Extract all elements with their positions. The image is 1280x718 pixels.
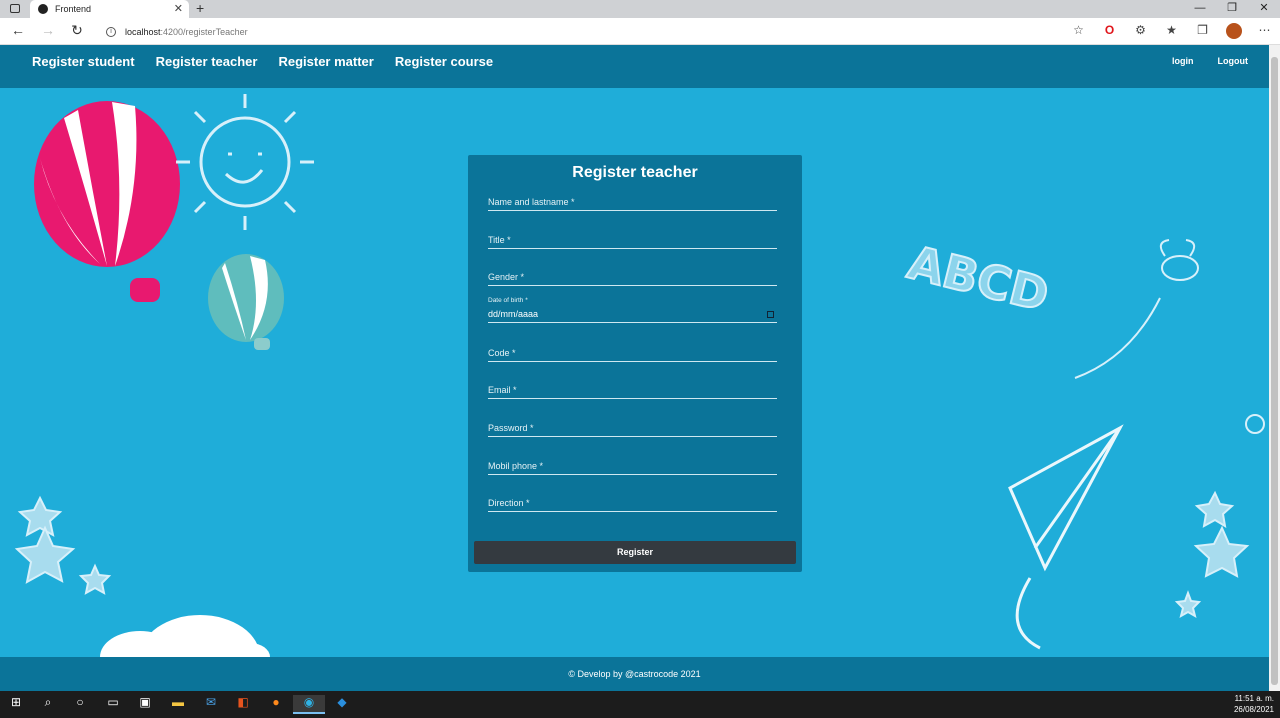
- favorites-icon[interactable]: ★: [1156, 23, 1187, 42]
- collections-icon[interactable]: ❐: [1187, 23, 1218, 42]
- system-clock[interactable]: 11:51 a. m. 26/08/2021: [1234, 693, 1274, 715]
- nav-register-course[interactable]: Register course: [395, 54, 493, 69]
- page-scrollbar[interactable]: [1269, 45, 1280, 691]
- windows-taskbar: ⊞ ⌕ ○ ▭ ▣ ▬ ✉ ◧ ● ◉ ◆ 11:51 a. m. 26/08/…: [0, 691, 1280, 718]
- email-label: Email *: [488, 385, 517, 395]
- bee-doodle-icon: [1074, 239, 1199, 379]
- password-field[interactable]: Password *: [488, 411, 777, 437]
- browser-tab[interactable]: Frontend ✕: [30, 0, 189, 18]
- svg-text:ABCD: ABCD: [903, 235, 1054, 322]
- nav-links: Register student Register teacher Regist…: [32, 54, 514, 69]
- clock-date: 26/08/2021: [1233, 705, 1274, 714]
- maximize-button[interactable]: ❐: [1216, 0, 1248, 18]
- page-footer: © Develop by @castrocode 2021: [0, 657, 1269, 691]
- cloud-doodle-icon: [100, 615, 270, 657]
- more-menu-icon[interactable]: ⋯: [1249, 23, 1280, 42]
- new-tab-button[interactable]: +: [196, 0, 204, 16]
- extensions-puzzle-icon[interactable]: ⚙: [1125, 23, 1156, 42]
- name-field[interactable]: Name and lastname *: [488, 185, 777, 211]
- url-host: localhost: [125, 26, 161, 37]
- toolbar-icons: ☆ O ⚙ ★ ❐ ⋯: [1063, 23, 1280, 42]
- name-label: Name and lastname *: [488, 197, 575, 207]
- gender-label: Gender *: [488, 272, 525, 282]
- code-label: Code *: [488, 348, 516, 358]
- direction-label: Direction *: [488, 498, 530, 508]
- calendar-icon[interactable]: [767, 311, 774, 318]
- hot-air-balloon-icon: [34, 101, 180, 302]
- login-link[interactable]: login: [1172, 56, 1194, 66]
- clock-time: 11:51 a. m.: [1234, 694, 1274, 703]
- mail-icon[interactable]: ✉: [195, 695, 227, 714]
- paper-plane-doodle-icon: [1008, 424, 1124, 650]
- file-explorer-icon[interactable]: ▬: [162, 695, 194, 714]
- small-balloon-icon: [208, 254, 284, 350]
- footer-text: © Develop by @castrocode 2021: [568, 669, 701, 679]
- auth-links: login Logout: [1148, 56, 1248, 66]
- sun-doodle-icon: [176, 94, 314, 230]
- close-window-button[interactable]: ✕: [1248, 0, 1280, 18]
- cortana-icon[interactable]: ○: [64, 695, 96, 714]
- scrollbar-thumb[interactable]: [1271, 57, 1278, 685]
- abcd-doodle-icon: ABCD: [902, 234, 1055, 323]
- password-label: Password *: [488, 423, 534, 433]
- nav-register-matter[interactable]: Register matter: [278, 54, 373, 69]
- windows-start-icon[interactable]: ⊞: [0, 695, 32, 714]
- date-of-birth-field[interactable]: Date of birth * dd/mm/aaaa: [488, 297, 777, 323]
- close-tab-icon[interactable]: ✕: [174, 2, 183, 15]
- tab-title: Frontend: [55, 4, 92, 14]
- register-teacher-form: Register teacher Name and lastname * Tit…: [468, 155, 802, 572]
- browser-tabstrip: Frontend ✕ + — ❐ ✕: [0, 0, 1280, 18]
- title-field[interactable]: Title *: [488, 223, 777, 249]
- forward-arrow-icon[interactable]: →: [38, 22, 58, 38]
- browser-toolbar: ← → ↻ i localhost:4200/registerTeacher ☆…: [0, 18, 1280, 45]
- opera-extension-icon[interactable]: O: [1094, 23, 1125, 42]
- code-field[interactable]: Code *: [488, 336, 777, 362]
- date-of-birth-label: Date of birth *: [488, 297, 528, 304]
- form-title: Register teacher: [572, 164, 698, 181]
- reload-icon[interactable]: ↻: [67, 22, 87, 39]
- register-button[interactable]: Register: [474, 541, 796, 564]
- favorite-star-icon[interactable]: ☆: [1063, 23, 1094, 42]
- address-bar[interactable]: i localhost:4200/registerTeacher: [96, 21, 1092, 42]
- window-menu-icon[interactable]: [10, 4, 20, 13]
- window-controls: — ❐ ✕: [1184, 0, 1280, 18]
- store-icon[interactable]: ▣: [129, 695, 161, 714]
- task-view-icon[interactable]: ▭: [97, 695, 129, 714]
- search-icon[interactable]: ⌕: [32, 695, 64, 714]
- mobile-phone-field[interactable]: Mobil phone *: [488, 449, 777, 475]
- back-arrow-icon[interactable]: ←: [8, 22, 28, 38]
- email-field[interactable]: Email *: [488, 373, 777, 399]
- vscode-icon[interactable]: ◆: [326, 695, 358, 714]
- title-label: Title *: [488, 235, 511, 245]
- mobile-phone-label: Mobil phone *: [488, 461, 544, 471]
- edge-icon[interactable]: ◉: [293, 695, 325, 714]
- profile-avatar[interactable]: [1218, 23, 1249, 42]
- url-path: :4200/registerTeacher: [160, 26, 248, 37]
- star-doodle-icon: [14, 495, 112, 595]
- direction-field[interactable]: Direction *: [488, 486, 777, 512]
- minimize-button[interactable]: —: [1184, 0, 1216, 18]
- nav-register-student[interactable]: Register student: [32, 54, 135, 69]
- date-of-birth-value: dd/mm/aaaa: [488, 309, 539, 319]
- angular-favicon-icon: [38, 4, 48, 14]
- site-info-icon[interactable]: i: [106, 26, 116, 37]
- nav-register-teacher[interactable]: Register teacher: [156, 54, 258, 69]
- app-navbar: Register student Register teacher Regist…: [0, 45, 1269, 88]
- star-doodle-right-icon: [1174, 414, 1265, 619]
- gender-field[interactable]: Gender *: [488, 260, 777, 286]
- firefox-icon[interactable]: ●: [260, 695, 292, 714]
- logout-link[interactable]: Logout: [1218, 56, 1249, 66]
- office-icon[interactable]: ◧: [227, 695, 259, 714]
